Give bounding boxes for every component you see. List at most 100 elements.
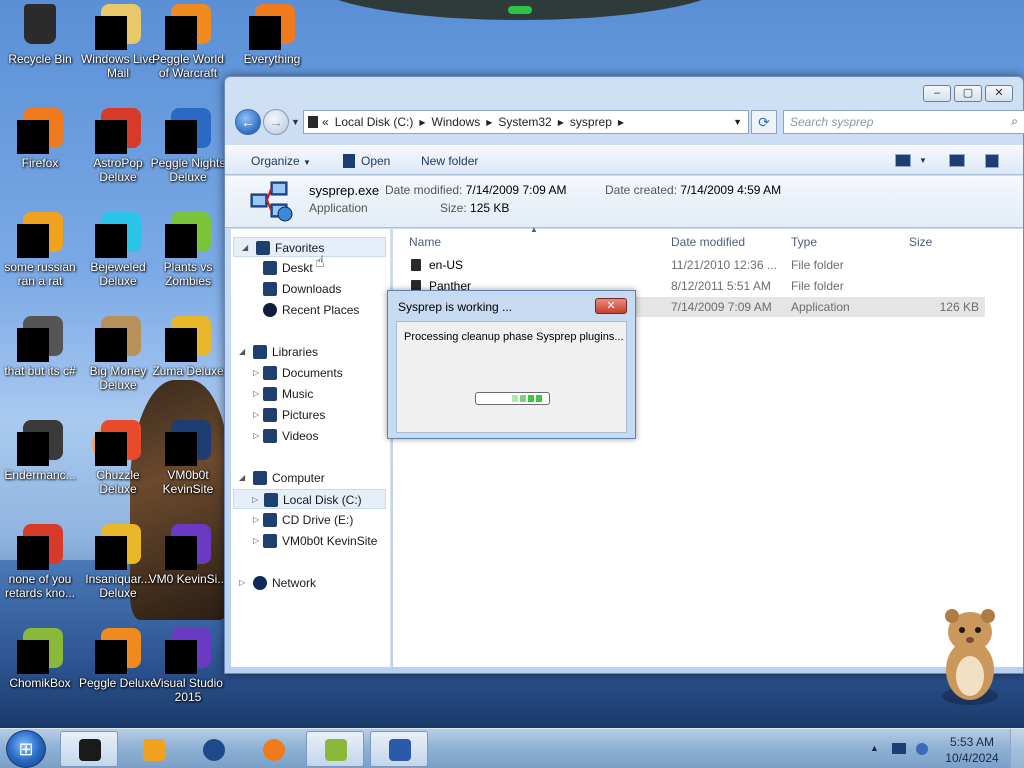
refresh-button[interactable]: ⟳	[751, 110, 777, 134]
clock[interactable]: 5:53 AM 10/4/2024	[940, 734, 1004, 766]
chomikbox-icon	[325, 739, 347, 761]
forward-button[interactable]: →	[263, 109, 289, 135]
nav-pictures[interactable]: ▷ Pictures	[253, 405, 325, 425]
close-button[interactable]: ✕	[985, 85, 1013, 102]
nav-documents[interactable]: ▷ Documents	[253, 363, 343, 383]
desktop-icon-1[interactable]: Recycle Bin	[0, 4, 80, 66]
desktop-icon-13[interactable]: Zuma Deluxe	[148, 316, 228, 378]
search-input[interactable]: Search sysprep ⌕	[783, 110, 1024, 134]
breadcrumb-local-disk[interactable]: Local Disk (C:)	[335, 115, 414, 129]
show-hidden-icons-button[interactable]: ▲	[870, 743, 879, 753]
organize-button[interactable]: Organize ▼	[251, 154, 311, 168]
maximize-button[interactable]: ▢	[954, 85, 982, 102]
file-row[interactable]: en-US 11/21/2010 12:36 ... File folder	[401, 255, 985, 275]
nav-recent-places[interactable]: Recent Places	[263, 300, 359, 320]
address-dropdown-icon[interactable]: ▼	[733, 117, 742, 127]
new-folder-button[interactable]: New folder	[421, 154, 478, 168]
desktop-icon-9[interactable]: Bejeweled Deluxe	[78, 212, 158, 288]
nav-downloads[interactable]: Downloads	[263, 279, 341, 299]
desktop-icon-21[interactable]: Peggle Deluxe	[78, 628, 158, 690]
nav-network[interactable]: ▷ Network	[239, 573, 317, 593]
desktop-icon-2[interactable]: Windows Live Mail	[78, 4, 158, 80]
desktop-icon-15[interactable]: Chuzzle Deluxe	[78, 420, 158, 496]
show-desktop-button[interactable]	[1010, 729, 1024, 768]
taskbar-globe[interactable]	[184, 731, 242, 767]
address-prefix[interactable]: «	[322, 115, 329, 129]
breadcrumb-windows[interactable]: Windows	[432, 115, 481, 129]
help-icon[interactable]	[985, 154, 999, 168]
back-button[interactable]: ←	[235, 109, 261, 135]
expanded-arrow-icon[interactable]: ◢	[242, 238, 248, 258]
desktop-icon-16[interactable]: VM0b0t KevinSite	[148, 420, 228, 496]
column-header-date-modified[interactable]: Date modified	[671, 235, 745, 249]
chevron-right-icon[interactable]: ▶	[618, 118, 624, 127]
breadcrumb-system32[interactable]: System32	[498, 115, 551, 129]
nav-desktop[interactable]: Deskt	[263, 258, 313, 278]
search-icon[interactable]: ⌕	[1011, 114, 1018, 129]
network-tray-icon[interactable]	[916, 743, 928, 755]
collapsed-arrow-icon[interactable]: ▷	[252, 490, 258, 510]
taskbar-firefox[interactable]	[244, 731, 302, 767]
collapsed-arrow-icon[interactable]: ▷	[253, 384, 259, 404]
collapsed-arrow-icon[interactable]: ▷	[253, 531, 259, 551]
chevron-right-icon[interactable]: ▶	[486, 118, 492, 127]
taskbar-chomikbox[interactable]	[306, 731, 364, 767]
expanded-arrow-icon[interactable]: ◢	[239, 342, 245, 362]
taskbar-sysprep[interactable]	[370, 731, 428, 767]
taskbar-app-1[interactable]	[60, 731, 118, 767]
nav-music[interactable]: ▷ Music	[253, 384, 313, 404]
desktop-icon-3[interactable]: Peggle World of Warcraft	[148, 4, 228, 80]
nav-favorites[interactable]: ◢ Favorites	[233, 237, 386, 257]
collapsed-arrow-icon[interactable]: ▷	[253, 510, 259, 530]
start-button[interactable]: ⊞	[6, 730, 46, 768]
nav-network-label: Network	[272, 576, 317, 590]
desktop-gadget	[310, 0, 730, 20]
change-view-icon[interactable]	[895, 154, 911, 167]
desktop-icon-14[interactable]: Endermanc...	[0, 420, 80, 482]
desktop-icon-20[interactable]: ChomikBox	[0, 628, 80, 690]
nav-videos[interactable]: ▷ Videos	[253, 426, 318, 446]
dialog-close-button[interactable]: ✕	[595, 298, 627, 314]
desktop-icon-12[interactable]: Big Money Deluxe	[78, 316, 158, 392]
taskbar-media-player[interactable]	[124, 731, 182, 767]
column-header-name[interactable]: Name	[409, 235, 441, 249]
desktop-icon-22[interactable]: Visual Studio 2015	[148, 628, 228, 704]
collapsed-arrow-icon[interactable]: ▷	[239, 573, 245, 593]
collapsed-arrow-icon[interactable]: ▷	[253, 363, 259, 383]
desktop-icon-5[interactable]: Firefox	[0, 108, 80, 170]
nav-libraries[interactable]: ◢ Libraries	[239, 342, 318, 362]
nav-vm-site[interactable]: ▷ VM0b0t KevinSite	[253, 531, 377, 551]
nav-cd-drive[interactable]: ▷ CD Drive (E:)	[253, 510, 353, 530]
minimize-button[interactable]: ‒	[923, 85, 951, 102]
collapsed-arrow-icon[interactable]: ▷	[253, 405, 259, 425]
expanded-arrow-icon[interactable]: ◢	[239, 468, 245, 488]
chevron-right-icon[interactable]: ▶	[419, 118, 425, 127]
desktop-icon-7[interactable]: Peggle Nights Deluxe	[148, 108, 228, 184]
nav-computer[interactable]: ◢ Computer	[239, 468, 325, 488]
desktop-icon-17[interactable]: none of you retards kno...	[0, 524, 80, 600]
nav-local-disk[interactable]: ▷ Local Disk (C:)	[233, 489, 386, 509]
column-header-size[interactable]: Size	[909, 235, 932, 249]
desktop-icon-6[interactable]: AstroPop Deluxe	[78, 108, 158, 184]
monitor-tray-icon[interactable]	[892, 743, 906, 754]
desktop-icon-19[interactable]: VM0 KevinSi...	[148, 524, 228, 586]
chevron-right-icon[interactable]: ▶	[558, 118, 564, 127]
sysprep-dialog[interactable]: Sysprep is working ... ✕ Processing clea…	[387, 290, 636, 439]
breadcrumb-sysprep[interactable]: sysprep	[570, 115, 612, 129]
desktop-icon-4[interactable]: Everything	[232, 4, 312, 66]
libraries-icon	[253, 345, 267, 359]
desktop-icon-8[interactable]: some russian ran a rat	[0, 212, 80, 288]
view-dropdown-icon[interactable]: ▼	[919, 156, 927, 165]
recent-pages-dropdown-icon[interactable]: ▼	[291, 117, 300, 127]
open-button[interactable]: Open	[343, 154, 390, 168]
recent-places-icon	[263, 303, 277, 317]
address-bar[interactable]: « Local Disk (C:) ▶ Windows ▶ System32 ▶ sy…	[303, 110, 749, 134]
column-header-type[interactable]: Type	[791, 235, 817, 249]
desktop-icon-18[interactable]: Insaniquar... Deluxe	[78, 524, 158, 600]
collapsed-arrow-icon[interactable]: ▷	[253, 426, 259, 446]
desktop-icon-10[interactable]: Plants vs Zombies	[148, 212, 228, 288]
command-bar: Organize ▼ Open New folder ▼	[225, 145, 1023, 175]
clock-time: 5:53 AM	[949, 735, 995, 749]
desktop-icon-11[interactable]: that but its c#	[0, 316, 80, 378]
preview-pane-icon[interactable]	[949, 154, 965, 167]
